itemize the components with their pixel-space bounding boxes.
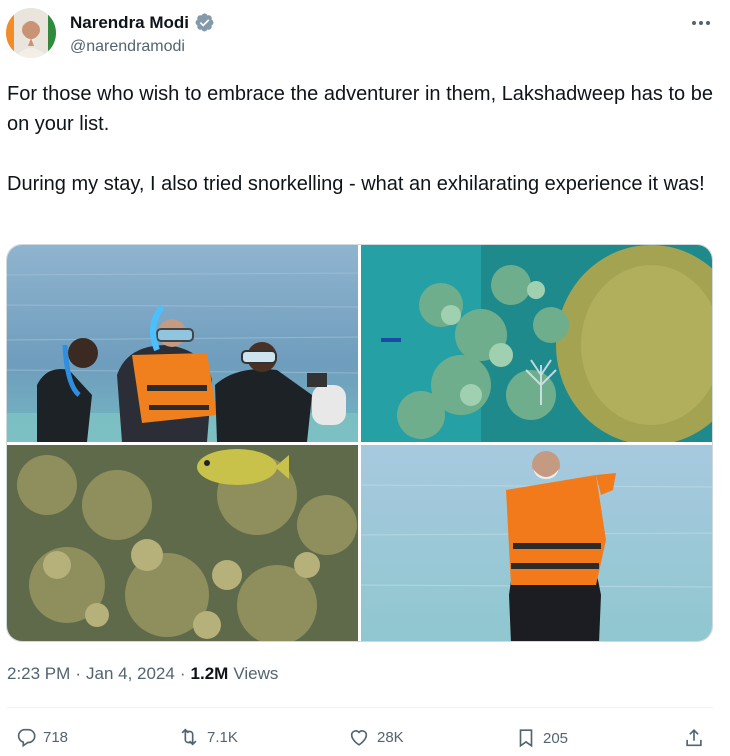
more-horizontal-icon[interactable]: [686, 10, 716, 36]
avatar[interactable]: [6, 8, 56, 58]
share-button[interactable]: [683, 726, 705, 750]
tweet-text: For those who wish to embrace the advent…: [7, 83, 713, 135]
tweet-text-paragraph-1: For those who wish to embrace the advent…: [7, 79, 717, 139]
bookmark-button[interactable]: 205: [515, 726, 568, 750]
verified-badge-icon: [194, 12, 215, 33]
photo-fish-coral[interactable]: [7, 445, 358, 641]
author-row: Narendra Modi: [70, 12, 215, 33]
photo-coral-reef[interactable]: [361, 245, 712, 442]
heart-icon: [347, 726, 371, 748]
tweet-meta: 2:23 PM · Jan 4, 2024 · 1.2M Views: [7, 664, 278, 684]
bookmark-icon: [515, 726, 537, 750]
share-icon: [683, 726, 705, 750]
meta-separator: ·: [75, 664, 81, 683]
meta-separator: ·: [179, 664, 186, 683]
photo-snorkelling-group[interactable]: [7, 245, 358, 442]
like-count: 28K: [377, 728, 404, 746]
bookmark-count: 205: [543, 729, 569, 747]
views-count: 1.2M: [190, 664, 229, 683]
media-grid: [6, 244, 713, 642]
tweet-card: Narendra Modi @narendramodi For those wh…: [0, 0, 730, 756]
tweet-time[interactable]: 2:23 PM: [7, 664, 70, 684]
author-handle[interactable]: @narendramodi: [70, 38, 185, 56]
tweet-text-paragraph-2: During my stay, I also tried snorkelling…: [7, 169, 717, 199]
tweet-text: During my stay, I also tried snorkelling…: [7, 173, 705, 195]
author-name[interactable]: Narendra Modi: [70, 13, 189, 33]
reply-button[interactable]: 718: [15, 726, 68, 748]
views-label: Views: [233, 664, 279, 683]
tweet-date[interactable]: Jan 4, 2024: [86, 664, 175, 684]
photo-walking-in-sea[interactable]: [361, 445, 712, 641]
like-button[interactable]: 28K: [347, 726, 404, 748]
repost-count: 7.1K: [207, 728, 238, 746]
repost-button[interactable]: 7.1K: [177, 726, 238, 748]
divider: [7, 707, 713, 708]
reply-icon: [15, 726, 37, 748]
reply-count: 718: [43, 728, 69, 746]
repost-icon: [177, 726, 201, 748]
